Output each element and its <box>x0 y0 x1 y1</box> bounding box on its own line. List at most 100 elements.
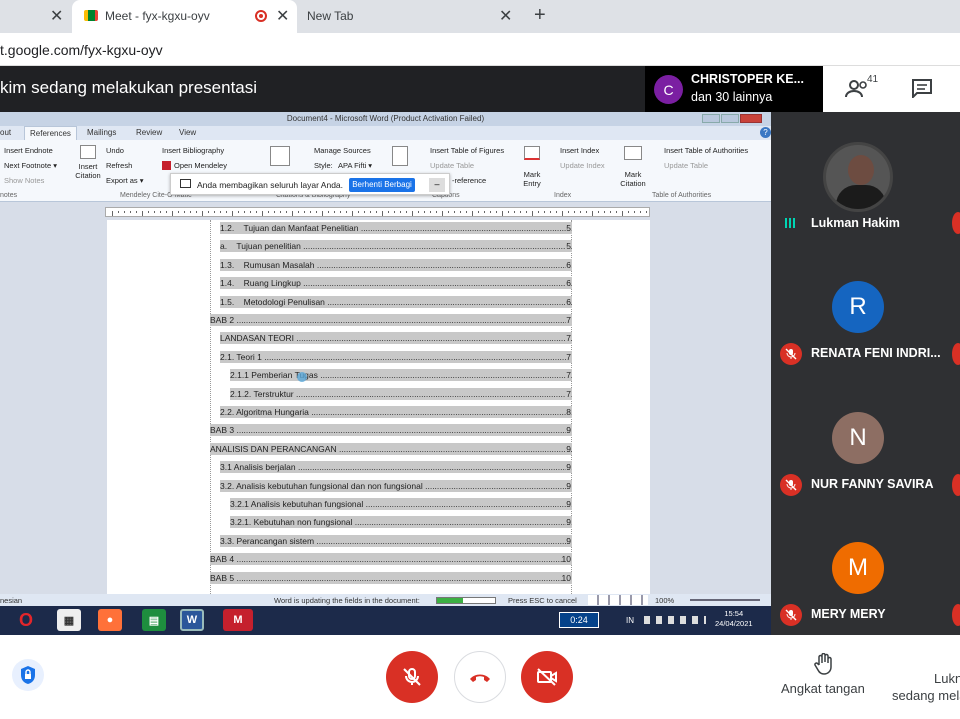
word-taskbar-icon[interactable]: W <box>180 609 204 631</box>
browser-tab-meet[interactable]: Meet - fyx-kgxu-oyv ✕ <box>72 0 297 33</box>
windows-taskbar: O ▦ ● ▤ W M 0:24 IN 15:54 24/04/2021 <box>0 606 771 635</box>
toc-entry[interactable]: BAB 4 ..................................… <box>210 553 572 566</box>
microphone-toggle-button[interactable] <box>386 651 438 703</box>
camera-toggle-button[interactable] <box>521 651 573 703</box>
update-table-button[interactable]: Update Table <box>430 161 474 170</box>
insert-bibliography-button[interactable]: Insert Bibliography <box>162 146 224 155</box>
tab-layout[interactable]: out <box>0 128 11 137</box>
toc-entry[interactable]: 1.5. Metodologi Penulisan ..............… <box>220 295 572 308</box>
browser-tab-new[interactable]: New Tab ✕ <box>297 0 522 33</box>
tray-icons[interactable] <box>644 616 706 624</box>
ruler-tick <box>178 211 179 213</box>
toc-entry[interactable]: BAB 3 ..................................… <box>210 424 572 437</box>
participant-tile[interactable]: Lukman Hakim <box>771 112 960 242</box>
new-tab-button[interactable]: + <box>534 4 546 27</box>
toc-entry[interactable]: BAB 2 ..................................… <box>210 314 572 326</box>
minimize-icon[interactable] <box>702 114 720 123</box>
tab-mailings[interactable]: Mailings <box>87 128 116 137</box>
toc-leader-dots: ........................................… <box>360 223 572 233</box>
opera-icon[interactable]: O <box>14 609 38 631</box>
taskbar-clock[interactable]: 15:54 24/04/2021 <box>715 609 753 629</box>
people-button[interactable]: 41 <box>841 74 881 102</box>
browser-tab-previous[interactable]: ✕ <box>0 0 72 33</box>
toc-page-number: 9 <box>566 424 571 437</box>
spreadsheet-icon[interactable]: ▤ <box>142 609 166 631</box>
open-mendeley-button[interactable]: Open Mendeley <box>174 161 227 170</box>
mark-entry-button[interactable]: Mark Entry <box>518 170 546 188</box>
participant-tile[interactable]: N NUR FANNY SAVIRA <box>771 373 960 503</box>
next-footnote-button[interactable]: Next Footnote ▾ <box>4 161 57 170</box>
participant-tile[interactable]: R RENATA FENI INDRI... <box>771 242 960 372</box>
participant-panel: Lukman Hakim R RENATA FENI INDRI... N NUR F… <box>771 112 960 635</box>
toc-entry[interactable]: BAB 5 ..................................… <box>210 571 572 584</box>
close-icon[interactable] <box>740 114 762 123</box>
toc-entry[interactable]: 3.2.1. Kebutuhan non fungsional ........… <box>230 516 572 529</box>
toc-entry[interactable]: 3.1 Analisis berjalan ..................… <box>220 461 572 474</box>
tab-references[interactable]: References <box>24 126 77 140</box>
toc-entry[interactable]: 1.4. Ruang Lingkup .....................… <box>220 277 572 290</box>
group-index-label: Index <box>554 192 572 199</box>
insert-citation-button[interactable]: Insert Citation <box>74 162 102 180</box>
ruler-tick <box>142 211 143 216</box>
share-minimize-button[interactable]: – <box>429 178 445 192</box>
toc-entry[interactable]: 3.3. Perancangan sistem ................… <box>220 534 572 547</box>
toc-entry[interactable]: 3.2.1 Analisis kebutuhan fungsional ....… <box>230 498 572 510</box>
toc-entry[interactable]: 3.2. Analisis kebutuhan fungsional dan n… <box>220 479 572 492</box>
style-select[interactable]: APA Fifti ▾ <box>338 161 372 170</box>
insert-index-button[interactable]: Insert Index <box>560 146 599 155</box>
raise-hand-button[interactable]: Angkat tangan <box>776 653 872 697</box>
mendeley-taskbar-icon[interactable]: M <box>223 609 253 631</box>
tab-close-icon[interactable]: ✕ <box>499 6 512 26</box>
toc-entry-title: 2.1. Teori 1 <box>220 351 262 362</box>
undo-button[interactable]: Undo <box>106 146 124 155</box>
clock-date: 24/04/2021 <box>715 619 753 628</box>
tab-view[interactable]: View <box>179 128 196 137</box>
manage-sources-button[interactable]: Manage Sources <box>314 146 371 155</box>
taskbar-timer[interactable]: 0:24 <box>559 612 599 628</box>
ruler-tick <box>154 211 155 213</box>
refresh-button[interactable]: Refresh <box>106 161 132 170</box>
toc-entry[interactable]: a. Tujuan penelitian ...................… <box>220 240 572 253</box>
zoom-slider[interactable] <box>690 599 760 601</box>
calculator-icon[interactable]: ▦ <box>57 609 81 631</box>
show-notes-button[interactable]: Show Notes <box>4 176 44 185</box>
help-icon[interactable]: ? <box>760 127 771 138</box>
chat-button[interactable] <box>911 78 935 100</box>
update-index-button[interactable]: Update Index <box>560 161 605 170</box>
presentation-status[interactable]: Lukn sedang mela <box>888 671 960 711</box>
toc-entry[interactable]: LANDASAN TEORI .........................… <box>220 332 572 345</box>
ruler-tick <box>130 211 131 213</box>
mark-citation-button[interactable]: Mark Citation <box>618 170 648 188</box>
maximize-icon[interactable] <box>721 114 739 123</box>
tab-close-icon[interactable]: ✕ <box>50 6 63 26</box>
document-page[interactable]: 1.2. Tujuan dan Manfaat Penelitian .....… <box>107 220 650 600</box>
cross-reference-button[interactable]: -reference <box>452 176 486 185</box>
toc-entry[interactable]: ANALISIS DAN PERANCANGAN ...............… <box>210 442 572 455</box>
update-progress-bar <box>436 597 496 604</box>
participant-tile[interactable]: M MERY MERY <box>771 503 960 633</box>
taskbar-language[interactable]: IN <box>626 616 634 625</box>
toc-entry[interactable]: 2.1. Teori 1 ...........................… <box>220 350 572 363</box>
export-as-button[interactable]: Export as ▾ <box>106 176 144 185</box>
insert-table-authorities-button[interactable]: Insert Table of Authorities <box>664 146 748 155</box>
view-buttons[interactable] <box>588 595 648 605</box>
insert-table-of-figures-button[interactable]: Insert Table of Figures <box>430 146 504 155</box>
presenter-chip[interactable]: C CHRISTOPER KE... dan 30 lainnya <box>645 66 823 112</box>
firefox-icon[interactable]: ● <box>98 609 122 631</box>
horizontal-ruler[interactable] <box>105 207 650 217</box>
insert-endnote-button[interactable]: Insert Endnote <box>4 146 53 155</box>
update-table2-button[interactable]: Update Table <box>664 161 708 170</box>
tab-review[interactable]: Review <box>136 128 162 137</box>
toc-entry[interactable]: 1.3. Rumusan Masalah ...................… <box>220 258 572 271</box>
toc-entry[interactable]: 2.1.2. Terstruktur .....................… <box>230 387 572 400</box>
toc-entry[interactable]: 2.2. Algoritma Hungaria ................… <box>220 406 572 418</box>
leave-call-button[interactable] <box>454 651 506 703</box>
tab-close-icon[interactable]: ✕ <box>276 6 289 26</box>
ruler-tick <box>406 211 407 213</box>
stop-sharing-button[interactable]: Berhenti Berbagi <box>349 178 415 192</box>
security-button[interactable] <box>12 659 44 691</box>
meet-favicon-icon <box>84 10 98 21</box>
toc-entry[interactable]: 2.1.1 Pemberian Tugas ..................… <box>230 369 572 382</box>
toc-entry[interactable]: 1.2. Tujuan dan Manfaat Penelitian .....… <box>220 222 572 234</box>
address-bar[interactable]: t.google.com/fyx-kgxu-oyv <box>0 33 960 66</box>
